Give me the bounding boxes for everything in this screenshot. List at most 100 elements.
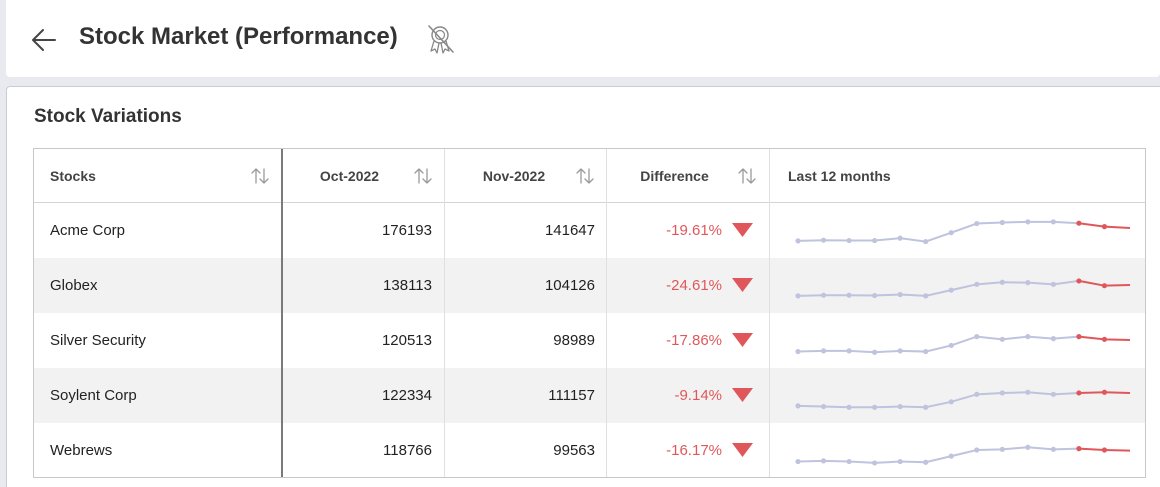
trend-cell: [770, 423, 1145, 477]
table-row[interactable]: Globex 138113 104126 -24.61%: [34, 258, 1145, 313]
stock-name: Webrews: [50, 442, 113, 459]
table-row[interactable]: Acme Corp 176193 141647 -19.61%: [34, 203, 1145, 258]
sparkline-point: [948, 230, 954, 236]
sparkline-point: [795, 458, 801, 465]
sparkline-point: [1101, 336, 1108, 342]
down-triangle-icon: [732, 223, 753, 237]
sparkline-point: [948, 453, 954, 459]
sparkline-point: [872, 237, 878, 244]
sparkline-point: [846, 404, 852, 410]
sparkline-point: [948, 399, 954, 405]
sparkline-point: [1076, 220, 1082, 226]
table-row[interactable]: Silver Security 120513 98989 -17.86%: [34, 313, 1145, 368]
sparkline-series: [797, 335, 1080, 354]
sparkline-series: [797, 446, 1079, 464]
table-row[interactable]: Soylent Corp 122334 111157 -9.14%: [34, 368, 1145, 423]
sparkline-point: [897, 348, 903, 354]
oct-2022-value: 138113: [383, 277, 432, 294]
sparkline-point: [820, 237, 827, 243]
nov-2022-value: 98989: [553, 332, 595, 349]
down-triangle-icon: [732, 388, 753, 402]
sort-icon[interactable]: [249, 165, 271, 187]
sparkline-point: [897, 403, 903, 410]
sparkline-point: [795, 238, 801, 244]
trend-cell: [770, 203, 1145, 258]
sparkline-point: [795, 403, 801, 409]
sparkline-point: [923, 459, 929, 465]
sparkline-point: [1076, 446, 1082, 452]
sparkline-point: [872, 460, 878, 466]
sort-icon[interactable]: [574, 165, 596, 187]
sparkline-point: [1050, 336, 1056, 342]
sparkline-chart: [795, 219, 1131, 245]
award-badge-off-icon[interactable]: [424, 22, 458, 56]
sparkline-point: [1076, 390, 1082, 396]
trend-cell: [770, 368, 1145, 423]
sparkline-point: [820, 348, 827, 354]
stock-variations-card: Stock Variations Stocks Oct-2022 Nov-202…: [6, 86, 1160, 487]
column-divider: [606, 149, 607, 477]
sparkline-point: [948, 287, 954, 293]
sparkline-point: [974, 220, 980, 227]
sparkline-point: [820, 292, 827, 298]
app-header: Stock Market (Performance): [6, 0, 1160, 77]
sparkline-point: [846, 237, 852, 244]
sparkline-point: [1050, 281, 1056, 287]
stock-name: Globex: [50, 277, 98, 294]
page-title: Stock Market (Performance): [79, 23, 398, 50]
sparkline-point: [897, 291, 903, 298]
sparkline-point: [1025, 219, 1031, 225]
sparkline-point: [1076, 334, 1082, 340]
sparkline-point: [872, 292, 878, 299]
stock-name: Soylent Corp: [50, 387, 137, 404]
arrow-left-icon[interactable]: [30, 25, 60, 55]
sparkline-point: [795, 348, 801, 355]
frozen-column-divider: [281, 149, 283, 477]
down-triangle-icon: [732, 278, 753, 292]
sparkline-point: [999, 390, 1005, 396]
sparkline-point: [999, 219, 1005, 226]
down-triangle-icon: [732, 443, 753, 457]
sparkline-point: [846, 348, 852, 354]
stock-table: Stocks Oct-2022 Nov-2022 Difference Last…: [33, 148, 1146, 478]
stock-name: Silver Security: [50, 332, 146, 349]
trend-cell: [770, 258, 1145, 313]
oct-2022-value: 122334: [381, 387, 432, 404]
sparkline-point: [872, 349, 878, 355]
sparkline-point: [1101, 283, 1108, 289]
sparkline-point: [1076, 278, 1082, 284]
column-divider: [769, 149, 770, 477]
sparkline-point: [1025, 334, 1031, 340]
sparkline-point: [872, 404, 878, 410]
down-triangle-icon: [732, 333, 753, 347]
card-title: Stock Variations: [34, 106, 182, 127]
column-header-stocks[interactable]: Stocks: [34, 149, 282, 202]
sparkline-series: [797, 220, 1079, 243]
sparkline-point: [999, 336, 1005, 342]
sparkline-point: [820, 403, 827, 410]
sparkline-point: [846, 292, 852, 298]
column-divider: [444, 149, 445, 477]
sort-icon[interactable]: [736, 165, 758, 187]
sparkline-point: [999, 446, 1005, 452]
sparkline-point: [897, 235, 903, 241]
sparkline-point: [1050, 446, 1056, 452]
sparkline-point: [999, 279, 1005, 285]
sparkline-chart: [795, 444, 1131, 466]
sparkline-point: [820, 458, 827, 464]
trend-cell: [770, 313, 1145, 368]
column-header-last-12-months: Last 12 months: [788, 167, 891, 184]
table-header-row: Stocks Oct-2022 Nov-2022 Difference Last…: [34, 149, 1145, 203]
sparkline-chart: [795, 278, 1131, 299]
sparkline-point: [1101, 389, 1108, 395]
sparkline-point: [795, 293, 801, 299]
nov-2022-value: 99563: [553, 442, 595, 459]
table-row[interactable]: Webrews 118766 99563 -16.17%: [34, 423, 1145, 477]
sparkline-point: [846, 458, 852, 465]
sparkline-series: [797, 279, 1080, 297]
sparkline-chart: [795, 389, 1131, 410]
sparkline-point: [974, 391, 980, 397]
sparkline-point: [1050, 391, 1056, 397]
sparkline-point: [974, 281, 980, 287]
sort-icon[interactable]: [412, 165, 434, 187]
